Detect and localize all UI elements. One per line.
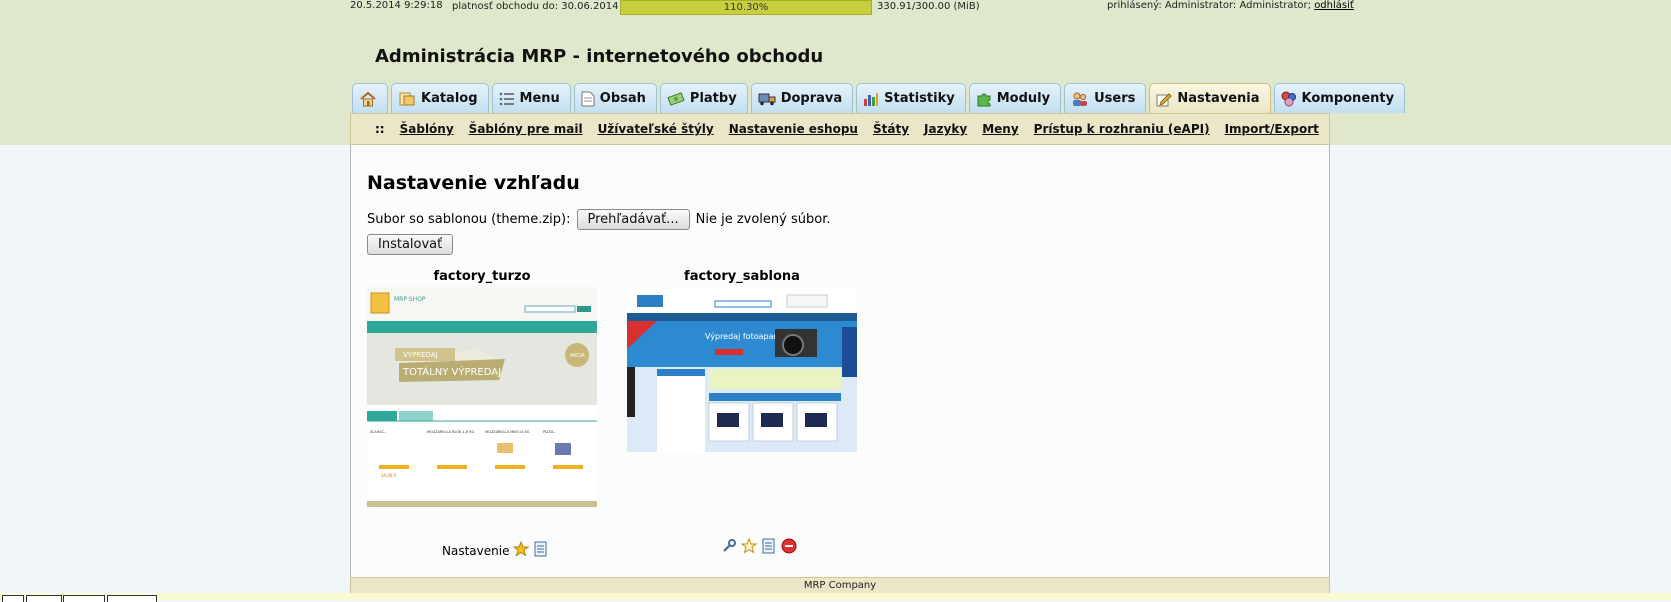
tab-platby[interactable]: Platby <box>659 83 748 113</box>
thumb-price: 34,00 € <box>381 473 397 478</box>
bottom-tab-2[interactable] <box>26 595 62 602</box>
bottom-tab-1[interactable] <box>2 595 24 602</box>
tab-nastavenia[interactable]: Nastavenia <box>1149 83 1271 113</box>
preview-icon[interactable] <box>533 541 549 560</box>
tab-statistiky[interactable]: Statistiky <box>856 83 966 113</box>
tab-label: Katalog <box>421 91 478 106</box>
usage-percent: 110.30% <box>723 2 769 13</box>
bottom-tab-4[interactable] <box>107 595 157 602</box>
tab-home[interactable] <box>352 83 388 113</box>
thumb-shop-title: MRP SHOP <box>394 296 426 303</box>
tab-label: Nastavenia <box>1177 91 1260 106</box>
delete-icon[interactable] <box>781 538 797 557</box>
list-icon <box>499 92 515 106</box>
tab-doprava[interactable]: Doprava <box>750 83 854 113</box>
main-tabs: Katalog Menu Obsah Platby Doprava Statis… <box>352 83 1406 113</box>
subnav-currencies[interactable]: Meny <box>982 122 1018 136</box>
theme-name: factory_turzo <box>433 269 531 284</box>
theme-name: factory_sablona <box>684 269 800 284</box>
bottom-tab-3[interactable] <box>63 595 105 602</box>
theme-thumbnail[interactable]: Výpredaj fotoaparátov <box>627 287 857 456</box>
settings-edit-icon <box>1156 91 1173 107</box>
star-outline-icon[interactable] <box>740 537 758 557</box>
thumb-product-1: ŠĽAHAČ... <box>370 429 387 434</box>
thumb-product-4: PIZZA... <box>543 430 557 434</box>
subnav-separator: :: <box>375 122 385 136</box>
tab-users[interactable]: Users <box>1064 83 1147 113</box>
wrench-icon[interactable] <box>721 538 737 557</box>
theme-actions-factory-sablona <box>721 537 797 557</box>
money-icon <box>667 91 685 107</box>
section-heading: Nastavenie vzhľadu <box>367 172 580 194</box>
login-text: prihlásený: Administrator: Administrator… <box>1107 0 1311 11</box>
top-header: 20.5.2014 9:29:18 platnosť obchodu do: 3… <box>0 0 1671 145</box>
tab-obsah[interactable]: Obsah <box>573 83 657 113</box>
theme-thumbnail[interactable]: MRP SHOP VÝPREDAJ TOTÁLNY VÝPREDAJ AKCIA… <box>367 287 597 511</box>
page-title: Administrácia MRP - internetového obchod… <box>375 46 824 67</box>
catalog-icon <box>398 91 416 107</box>
tab-moduly[interactable]: Moduly <box>968 83 1062 113</box>
no-file-text: Nie je zvolený súbor. <box>695 212 831 227</box>
tab-label: Platby <box>689 91 737 106</box>
tab-label: Obsah <box>599 91 646 106</box>
thumb-badge: AKCIA <box>570 353 585 359</box>
subnav-eshop-settings[interactable]: Nastavenie eshopu <box>729 122 858 136</box>
theme-card-factory-turzo: factory_turzo MRP SHOP VÝPREDAJ TOTÁLNY … <box>367 269 597 511</box>
bar-chart-icon <box>863 91 879 107</box>
subnav-sablony[interactable]: Šablóny <box>400 122 454 136</box>
theme-card-factory-sablona: factory_sablona Výpredaj fotoaparátov <box>627 269 857 456</box>
bottom-strip <box>0 593 1671 600</box>
document-icon <box>581 91 595 107</box>
preview-icon[interactable] <box>761 538 777 557</box>
logout-link[interactable]: odhlásiť <box>1314 0 1354 11</box>
star-filled-icon[interactable] <box>512 540 530 560</box>
main-content: Nastavenie vzhľadu Subor so sablonou (th… <box>350 145 1330 578</box>
tab-label: Statistiky <box>884 91 955 106</box>
components-icon <box>1281 91 1297 107</box>
upload-label: Subor so sablonou (theme.zip): <box>367 212 571 227</box>
thumb-banner-big: TOTÁLNY VÝPREDAJ <box>402 365 501 378</box>
tab-label: Menu <box>519 91 560 106</box>
current-datetime: 20.5.2014 9:29:18 <box>350 0 443 11</box>
browse-button[interactable]: Prehľadávať... <box>576 209 690 230</box>
subnav-user-styles[interactable]: Užívateľské štýly <box>598 122 714 136</box>
tab-label: Moduly <box>996 91 1051 106</box>
thumb-banner-small: VÝPREDAJ <box>403 350 438 359</box>
puzzle-icon <box>976 91 992 107</box>
users-icon <box>1071 91 1089 107</box>
home-icon <box>359 91 377 107</box>
tab-label: Users <box>1094 91 1136 106</box>
footer: MRP Company <box>350 577 1330 594</box>
usage-progress-bar: 110.30% <box>620 0 872 15</box>
tab-komponenty[interactable]: Komponenty <box>1273 83 1406 113</box>
subnav-languages[interactable]: Jazyky <box>924 122 967 136</box>
tab-katalog[interactable]: Katalog <box>391 83 489 113</box>
tab-label: Doprava <box>780 91 843 106</box>
theme-upload-row: Subor so sablonou (theme.zip): Prehľadáv… <box>367 209 830 230</box>
login-info: prihlásený: Administrator: Administrator… <box>1107 0 1354 11</box>
thumb-product-3: MOZZARELLA MINI 10 KG <box>485 430 530 434</box>
subnav-import-export[interactable]: Import/Export <box>1225 122 1319 136</box>
tab-menu[interactable]: Menu <box>491 83 571 113</box>
subnav-sablony-mail[interactable]: Šablóny pre mail <box>469 122 583 136</box>
install-button[interactable]: Instalovať <box>367 234 454 255</box>
theme-settings-link[interactable]: Nastavenie <box>442 544 509 558</box>
sub-navigation: :: Šablóny Šablóny pre mail Užívateľské … <box>350 113 1330 145</box>
shop-validity: platnosť obchodu do: 30.06.2014 <box>452 1 619 12</box>
subnav-states[interactable]: Štáty <box>873 122 909 136</box>
truck-icon <box>758 92 776 106</box>
tab-label: Komponenty <box>1301 91 1395 106</box>
subnav-eapi[interactable]: Prístup k rozhraniu (eAPI) <box>1034 122 1210 136</box>
theme-actions-factory-turzo: Nastavenie <box>442 540 549 560</box>
storage-usage: 330.91/300.00 (MiB) <box>877 1 980 12</box>
thumb-product-2: MOZZARELLA BLOK 1,6 KG <box>427 430 474 434</box>
